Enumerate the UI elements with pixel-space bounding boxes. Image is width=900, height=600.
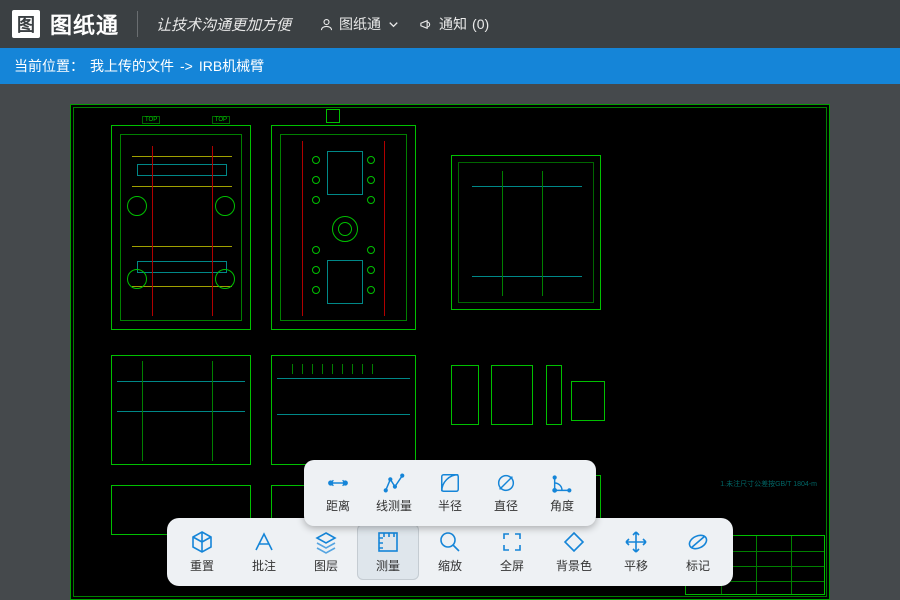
tool-diameter[interactable]: 直径 bbox=[478, 468, 534, 518]
breadcrumb-link-file[interactable]: IRB机械臂 bbox=[199, 56, 264, 76]
tool-angle[interactable]: 角度 bbox=[534, 468, 590, 518]
user-label: 图纸通 bbox=[339, 14, 381, 34]
tool-pan[interactable]: 平移 bbox=[605, 524, 667, 580]
main-toolbar: 重置 批注 图层 测量 缩放 全屏 背景色 平移 bbox=[167, 518, 733, 586]
breadcrumb: 当前位置： 我上传的文件 -> IRB机械臂 bbox=[0, 48, 900, 84]
divider bbox=[137, 11, 138, 37]
diameter-icon bbox=[495, 472, 517, 494]
breadcrumb-sep: -> bbox=[180, 58, 193, 74]
tool-bgcolor[interactable]: 背景色 bbox=[543, 524, 605, 580]
tool-distance[interactable]: 距离 bbox=[310, 468, 366, 518]
zoom-icon bbox=[438, 530, 462, 554]
canvas-area: TOP TOP bbox=[0, 84, 900, 600]
logo[interactable]: 图 图纸通 bbox=[12, 8, 119, 40]
tool-polyline[interactable]: 线测量 bbox=[366, 468, 422, 518]
tagline: 让技术沟通更加方便 bbox=[156, 14, 291, 35]
tool-label: 平移 bbox=[624, 557, 648, 574]
notify-count: (0) bbox=[472, 16, 489, 32]
tool-label: 半径 bbox=[438, 497, 462, 514]
tool-label: 全屏 bbox=[500, 557, 524, 574]
fullscreen-icon bbox=[500, 530, 524, 554]
tool-label: 图层 bbox=[314, 557, 338, 574]
tool-label: 批注 bbox=[252, 557, 276, 574]
user-icon bbox=[319, 17, 334, 32]
tool-mark[interactable]: 标记 bbox=[667, 524, 729, 580]
cad-top-label: TOP bbox=[212, 116, 230, 124]
radius-icon bbox=[439, 472, 461, 494]
cad-note: 1.未注尺寸公差按GB/T 1804-m bbox=[720, 479, 817, 489]
logo-text: 图纸通 bbox=[50, 8, 119, 40]
tool-label: 背景色 bbox=[556, 557, 592, 574]
cube-icon bbox=[190, 530, 214, 554]
breadcrumb-prefix: 当前位置： bbox=[14, 56, 84, 76]
cad-top-label: TOP bbox=[142, 116, 160, 124]
app-header: 图 图纸通 让技术沟通更加方便 图纸通 通知 (0) bbox=[0, 0, 900, 48]
ruler-icon bbox=[376, 530, 400, 554]
header-actions: 图纸通 通知 (0) bbox=[319, 14, 489, 34]
breadcrumb-link-uploads[interactable]: 我上传的文件 bbox=[90, 56, 174, 76]
tool-zoom[interactable]: 缩放 bbox=[419, 524, 481, 580]
notifications[interactable]: 通知 (0) bbox=[419, 14, 489, 34]
notify-label: 通知 bbox=[439, 14, 467, 34]
tool-label: 线测量 bbox=[376, 497, 412, 514]
tool-fullscreen[interactable]: 全屏 bbox=[481, 524, 543, 580]
diamond-icon bbox=[562, 530, 586, 554]
tool-label: 缩放 bbox=[438, 557, 462, 574]
chevron-down-icon bbox=[386, 17, 401, 32]
tool-measure[interactable]: 测量 bbox=[357, 524, 419, 580]
tool-label: 距离 bbox=[326, 497, 350, 514]
polyline-icon bbox=[383, 472, 405, 494]
distance-icon bbox=[327, 472, 349, 494]
user-menu[interactable]: 图纸通 bbox=[319, 14, 401, 34]
logo-icon: 图 bbox=[12, 10, 40, 38]
tool-label: 直径 bbox=[494, 497, 518, 514]
tag-icon bbox=[686, 530, 710, 554]
text-icon bbox=[252, 530, 276, 554]
tool-reset[interactable]: 重置 bbox=[171, 524, 233, 580]
megaphone-icon bbox=[419, 17, 434, 32]
move-icon bbox=[624, 530, 648, 554]
tool-layers[interactable]: 图层 bbox=[295, 524, 357, 580]
layers-icon bbox=[314, 530, 338, 554]
measure-submenu: 距离 线测量 半径 直径 角度 bbox=[304, 460, 596, 526]
tool-label: 测量 bbox=[376, 557, 400, 574]
tool-label: 标记 bbox=[686, 557, 710, 574]
tool-radius[interactable]: 半径 bbox=[422, 468, 478, 518]
tool-label: 重置 bbox=[190, 557, 214, 574]
angle-icon bbox=[551, 472, 573, 494]
tool-label: 角度 bbox=[550, 497, 574, 514]
tool-annotate[interactable]: 批注 bbox=[233, 524, 295, 580]
